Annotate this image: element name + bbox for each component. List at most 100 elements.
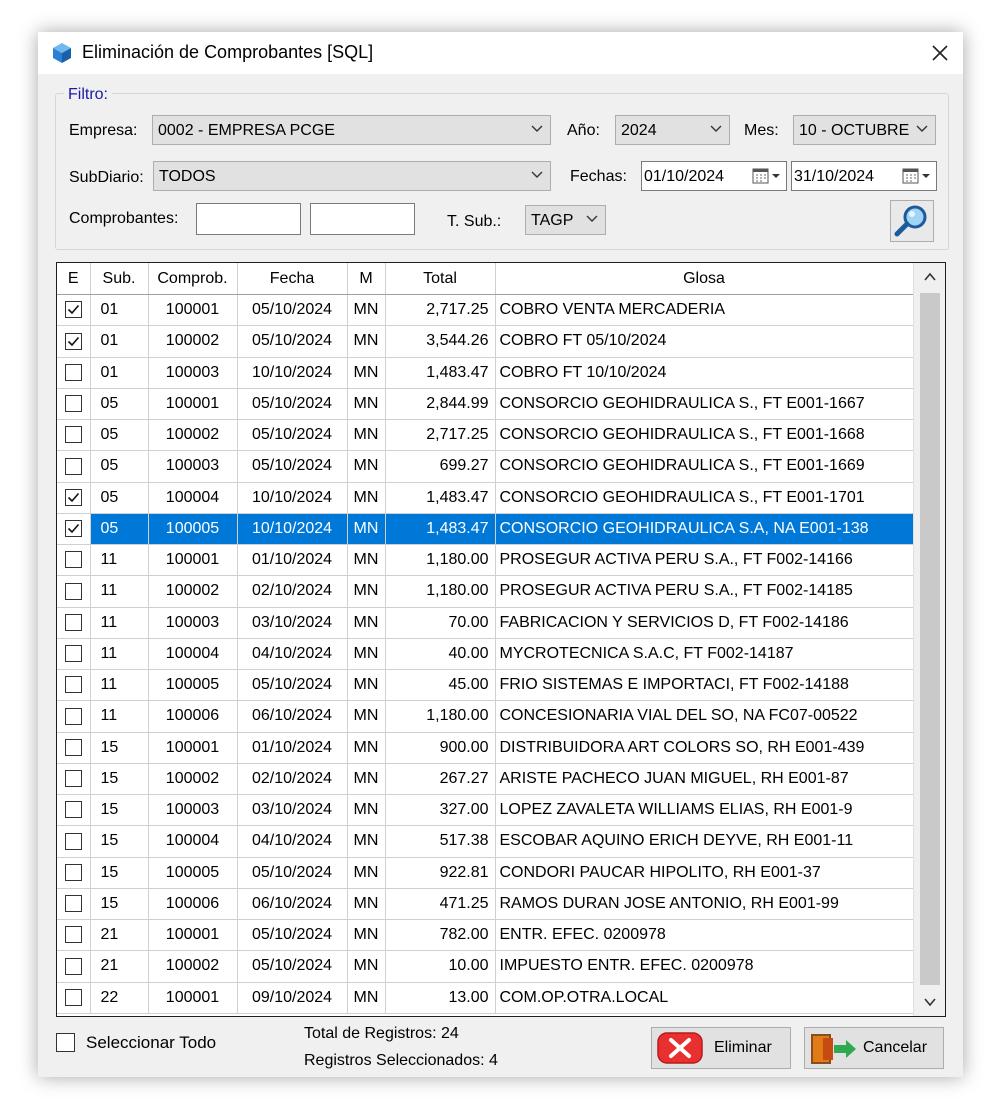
row-checkbox[interactable] xyxy=(64,895,82,913)
table-row[interactable]: 11 100002 02/10/2024 MN 1,180.00 PROSEGUR ACT… xyxy=(57,575,914,608)
table-row[interactable]: 01 100002 05/10/2024 MN 3,544.26 COBRO FT 05/… xyxy=(57,325,914,358)
row-checkbox-cell[interactable] xyxy=(57,513,91,546)
table-row[interactable]: 11 100005 05/10/2024 MN 45.00 FRIO SISTEMAS E… xyxy=(57,669,914,702)
row-checkbox[interactable] xyxy=(64,551,82,569)
row-checkbox-cell[interactable] xyxy=(57,294,91,327)
table-row[interactable]: 15 100004 04/10/2024 MN 517.38 ESCOBAR AQUINO… xyxy=(57,825,914,858)
fecha-hasta-picker[interactable]: 31/10/2024 xyxy=(791,161,937,191)
table-row[interactable]: 01 100001 05/10/2024 MN 2,717.25 COBRO VENTA … xyxy=(57,294,914,327)
row-checkbox[interactable] xyxy=(64,613,82,631)
col-header-m[interactable]: M xyxy=(347,263,386,295)
table-row[interactable]: 05 100002 05/10/2024 MN 2,717.25 CONSORCIO GE… xyxy=(57,419,914,452)
vertical-scrollbar[interactable] xyxy=(913,263,945,1016)
table-row[interactable]: 15 100001 01/10/2024 MN 900.00 DISTRIBUIDORA … xyxy=(57,732,914,764)
row-checkbox[interactable] xyxy=(64,582,82,600)
cell-fecha: 09/10/2024 xyxy=(237,982,348,1014)
mes-select[interactable]: 10 - OCTUBRE xyxy=(793,115,936,145)
row-checkbox[interactable] xyxy=(64,957,82,975)
col-header-fecha[interactable]: Fecha xyxy=(237,263,348,295)
row-checkbox-cell[interactable] xyxy=(57,700,91,733)
select-all-label[interactable]: Seleccionar Todo xyxy=(86,1033,216,1053)
row-checkbox[interactable] xyxy=(64,770,82,788)
table-row[interactable]: 21 100001 05/10/2024 MN 782.00 ENTR. EFEC. 02… xyxy=(57,919,914,952)
anio-select[interactable]: 2024 xyxy=(615,115,730,145)
subdiario-select[interactable]: TODOS xyxy=(153,161,551,191)
row-checkbox-cell[interactable] xyxy=(57,419,91,452)
row-checkbox[interactable] xyxy=(64,926,82,944)
select-all-checkbox[interactable] xyxy=(56,1033,75,1052)
cell-total: 267.27 xyxy=(385,763,496,796)
col-header-total[interactable]: Total xyxy=(385,263,496,295)
row-checkbox-cell[interactable] xyxy=(57,575,91,608)
row-checkbox-cell[interactable] xyxy=(57,325,91,358)
row-checkbox-cell[interactable] xyxy=(57,607,91,639)
table-row[interactable]: 15 100003 03/10/2024 MN 327.00 LOPEZ ZAVALETA… xyxy=(57,794,914,827)
col-header-comprob[interactable]: Comprob. xyxy=(148,263,238,295)
row-checkbox[interactable] xyxy=(64,738,82,756)
row-checkbox[interactable] xyxy=(64,832,82,850)
table-row[interactable]: 11 100006 06/10/2024 MN 1,180.00 CONCESIONARI… xyxy=(57,700,914,733)
row-checkbox-cell[interactable] xyxy=(57,450,91,483)
row-checkbox-cell[interactable] xyxy=(57,763,91,796)
row-checkbox-cell[interactable] xyxy=(57,825,91,858)
comprobante-desde-input[interactable] xyxy=(196,203,301,235)
table-row[interactable]: 15 100002 02/10/2024 MN 267.27 ARISTE PACHECO… xyxy=(57,763,914,796)
row-checkbox-cell[interactable] xyxy=(57,388,91,421)
search-button[interactable] xyxy=(890,200,934,242)
row-checkbox-cell[interactable] xyxy=(57,982,91,1014)
scroll-down-button[interactable] xyxy=(914,988,945,1016)
row-checkbox-cell[interactable] xyxy=(57,732,91,764)
row-checkbox[interactable] xyxy=(64,332,82,350)
scroll-up-button[interactable] xyxy=(914,263,945,291)
calendar-dropdown-icon[interactable] xyxy=(902,168,932,184)
cancelar-button[interactable]: Cancelar xyxy=(804,1027,944,1069)
table-row[interactable]: 05 100005 10/10/2024 MN 1,483.47 CONSORCIO GE… xyxy=(57,513,914,546)
comprobante-hasta-input[interactable] xyxy=(310,203,415,235)
table-row[interactable]: 11 100003 03/10/2024 MN 70.00 FABRICACION Y S… xyxy=(57,607,914,639)
table-row[interactable]: 05 100001 05/10/2024 MN 2,844.99 CONSORCIO GE… xyxy=(57,388,914,421)
row-checkbox-cell[interactable] xyxy=(57,794,91,827)
empresa-select[interactable]: 0002 - EMPRESA PCGE xyxy=(152,115,551,145)
cell-moneda: MN xyxy=(347,638,386,671)
row-checkbox[interactable] xyxy=(64,676,82,694)
scroll-thumb[interactable] xyxy=(920,293,940,985)
eliminar-button[interactable]: Eliminar xyxy=(651,1027,791,1069)
row-checkbox[interactable] xyxy=(64,863,82,881)
tsub-select[interactable]: TAGP xyxy=(525,205,606,235)
table-row[interactable]: 15 100005 05/10/2024 MN 922.81 CONDORI PAUCAR… xyxy=(57,857,914,889)
row-checkbox[interactable] xyxy=(64,488,82,506)
row-checkbox-cell[interactable] xyxy=(57,950,91,983)
row-checkbox[interactable] xyxy=(64,801,82,819)
row-checkbox-cell[interactable] xyxy=(57,482,91,514)
col-header-sub[interactable]: Sub. xyxy=(90,263,149,295)
table-row[interactable]: 22 100001 09/10/2024 MN 13.00 COM.OP.OTRA.LOC… xyxy=(57,982,914,1014)
close-button[interactable] xyxy=(917,32,963,74)
col-header-e[interactable]: E xyxy=(57,263,91,295)
row-checkbox[interactable] xyxy=(64,645,82,663)
row-checkbox-cell[interactable] xyxy=(57,919,91,952)
row-checkbox-cell[interactable] xyxy=(57,357,91,389)
table-row[interactable]: 11 100004 04/10/2024 MN 40.00 MYCROTECNICA S.… xyxy=(57,638,914,671)
row-checkbox-cell[interactable] xyxy=(57,857,91,889)
table-row[interactable]: 05 100003 05/10/2024 MN 699.27 CONSORCIO GEOH… xyxy=(57,450,914,483)
row-checkbox[interactable] xyxy=(64,301,82,319)
row-checkbox[interactable] xyxy=(64,363,82,381)
col-header-glosa[interactable]: Glosa xyxy=(495,263,914,295)
table-row[interactable]: 05 100004 10/10/2024 MN 1,483.47 CONSORCIO GE… xyxy=(57,482,914,514)
calendar-dropdown-icon[interactable] xyxy=(752,168,782,184)
table-row[interactable]: 11 100001 01/10/2024 MN 1,180.00 PROSEGUR ACT… xyxy=(57,544,914,577)
row-checkbox-cell[interactable] xyxy=(57,669,91,702)
row-checkbox-cell[interactable] xyxy=(57,888,91,921)
row-checkbox[interactable] xyxy=(64,426,82,444)
table-row[interactable]: 15 100006 06/10/2024 MN 471.25 RAMOS DURAN JO… xyxy=(57,888,914,921)
row-checkbox[interactable] xyxy=(64,457,82,475)
row-checkbox[interactable] xyxy=(64,707,82,725)
row-checkbox-cell[interactable] xyxy=(57,638,91,671)
fecha-desde-picker[interactable]: 01/10/2024 xyxy=(641,161,787,191)
table-row[interactable]: 01 100003 10/10/2024 MN 1,483.47 COBRO FT 10/… xyxy=(57,357,914,389)
row-checkbox[interactable] xyxy=(64,395,82,413)
row-checkbox[interactable] xyxy=(64,988,82,1006)
table-row[interactable]: 21 100002 05/10/2024 MN 10.00 IMPUESTO ENTR. … xyxy=(57,950,914,983)
row-checkbox-cell[interactable] xyxy=(57,544,91,577)
row-checkbox[interactable] xyxy=(64,520,82,538)
